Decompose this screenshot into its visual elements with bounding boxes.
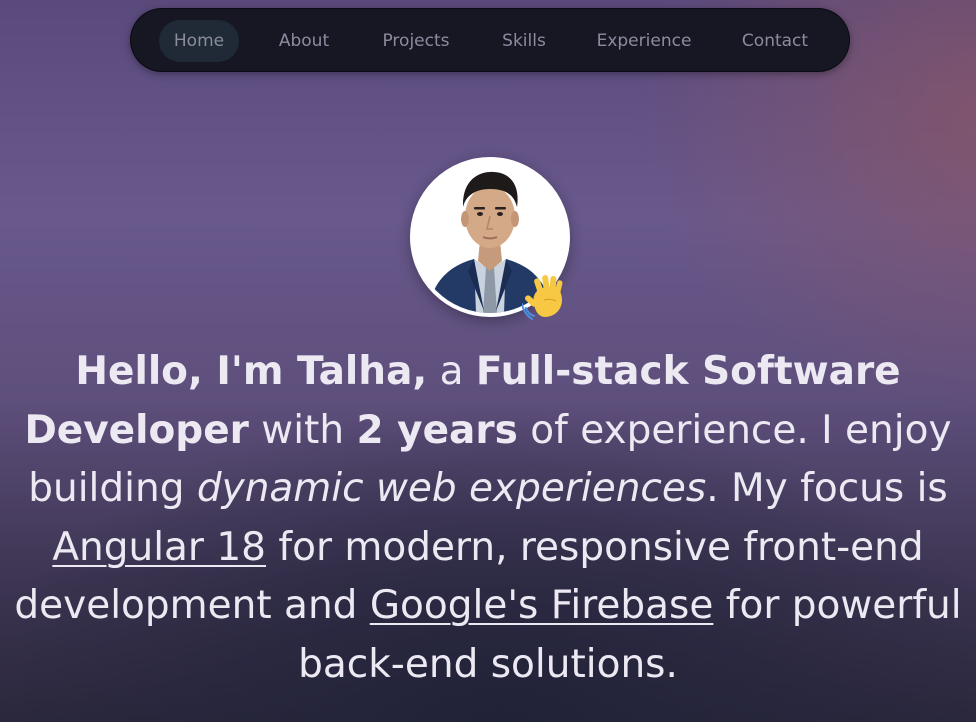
intro-a: a <box>427 349 476 394</box>
greeting: Hello, I'm Talha, <box>75 349 428 394</box>
angular-link[interactable]: Angular 18 <box>52 525 266 570</box>
nav-item-about[interactable]: About <box>265 20 343 62</box>
intro-text: Hello, I'm Talha, a Full-stack Software … <box>10 343 966 694</box>
intro-with: with <box>248 407 357 453</box>
nav-item-contact[interactable]: Contact <box>731 20 819 62</box>
intro-focus: . My focus is <box>706 466 948 511</box>
nav-item-experience[interactable]: Experience <box>589 20 699 62</box>
dynamic-phrase: dynamic web experiences <box>196 466 707 511</box>
waving-hand-icon <box>522 275 563 320</box>
nav-item-skills[interactable]: Skills <box>491 20 557 62</box>
top-navigation: Home About Projects Skills Experience Co… <box>130 8 850 72</box>
years-experience: 2 years <box>356 407 518 453</box>
nav-item-home[interactable]: Home <box>159 20 239 62</box>
nav-item-projects[interactable]: Projects <box>371 20 461 62</box>
firebase-link[interactable]: Google's Firebase <box>370 583 714 628</box>
